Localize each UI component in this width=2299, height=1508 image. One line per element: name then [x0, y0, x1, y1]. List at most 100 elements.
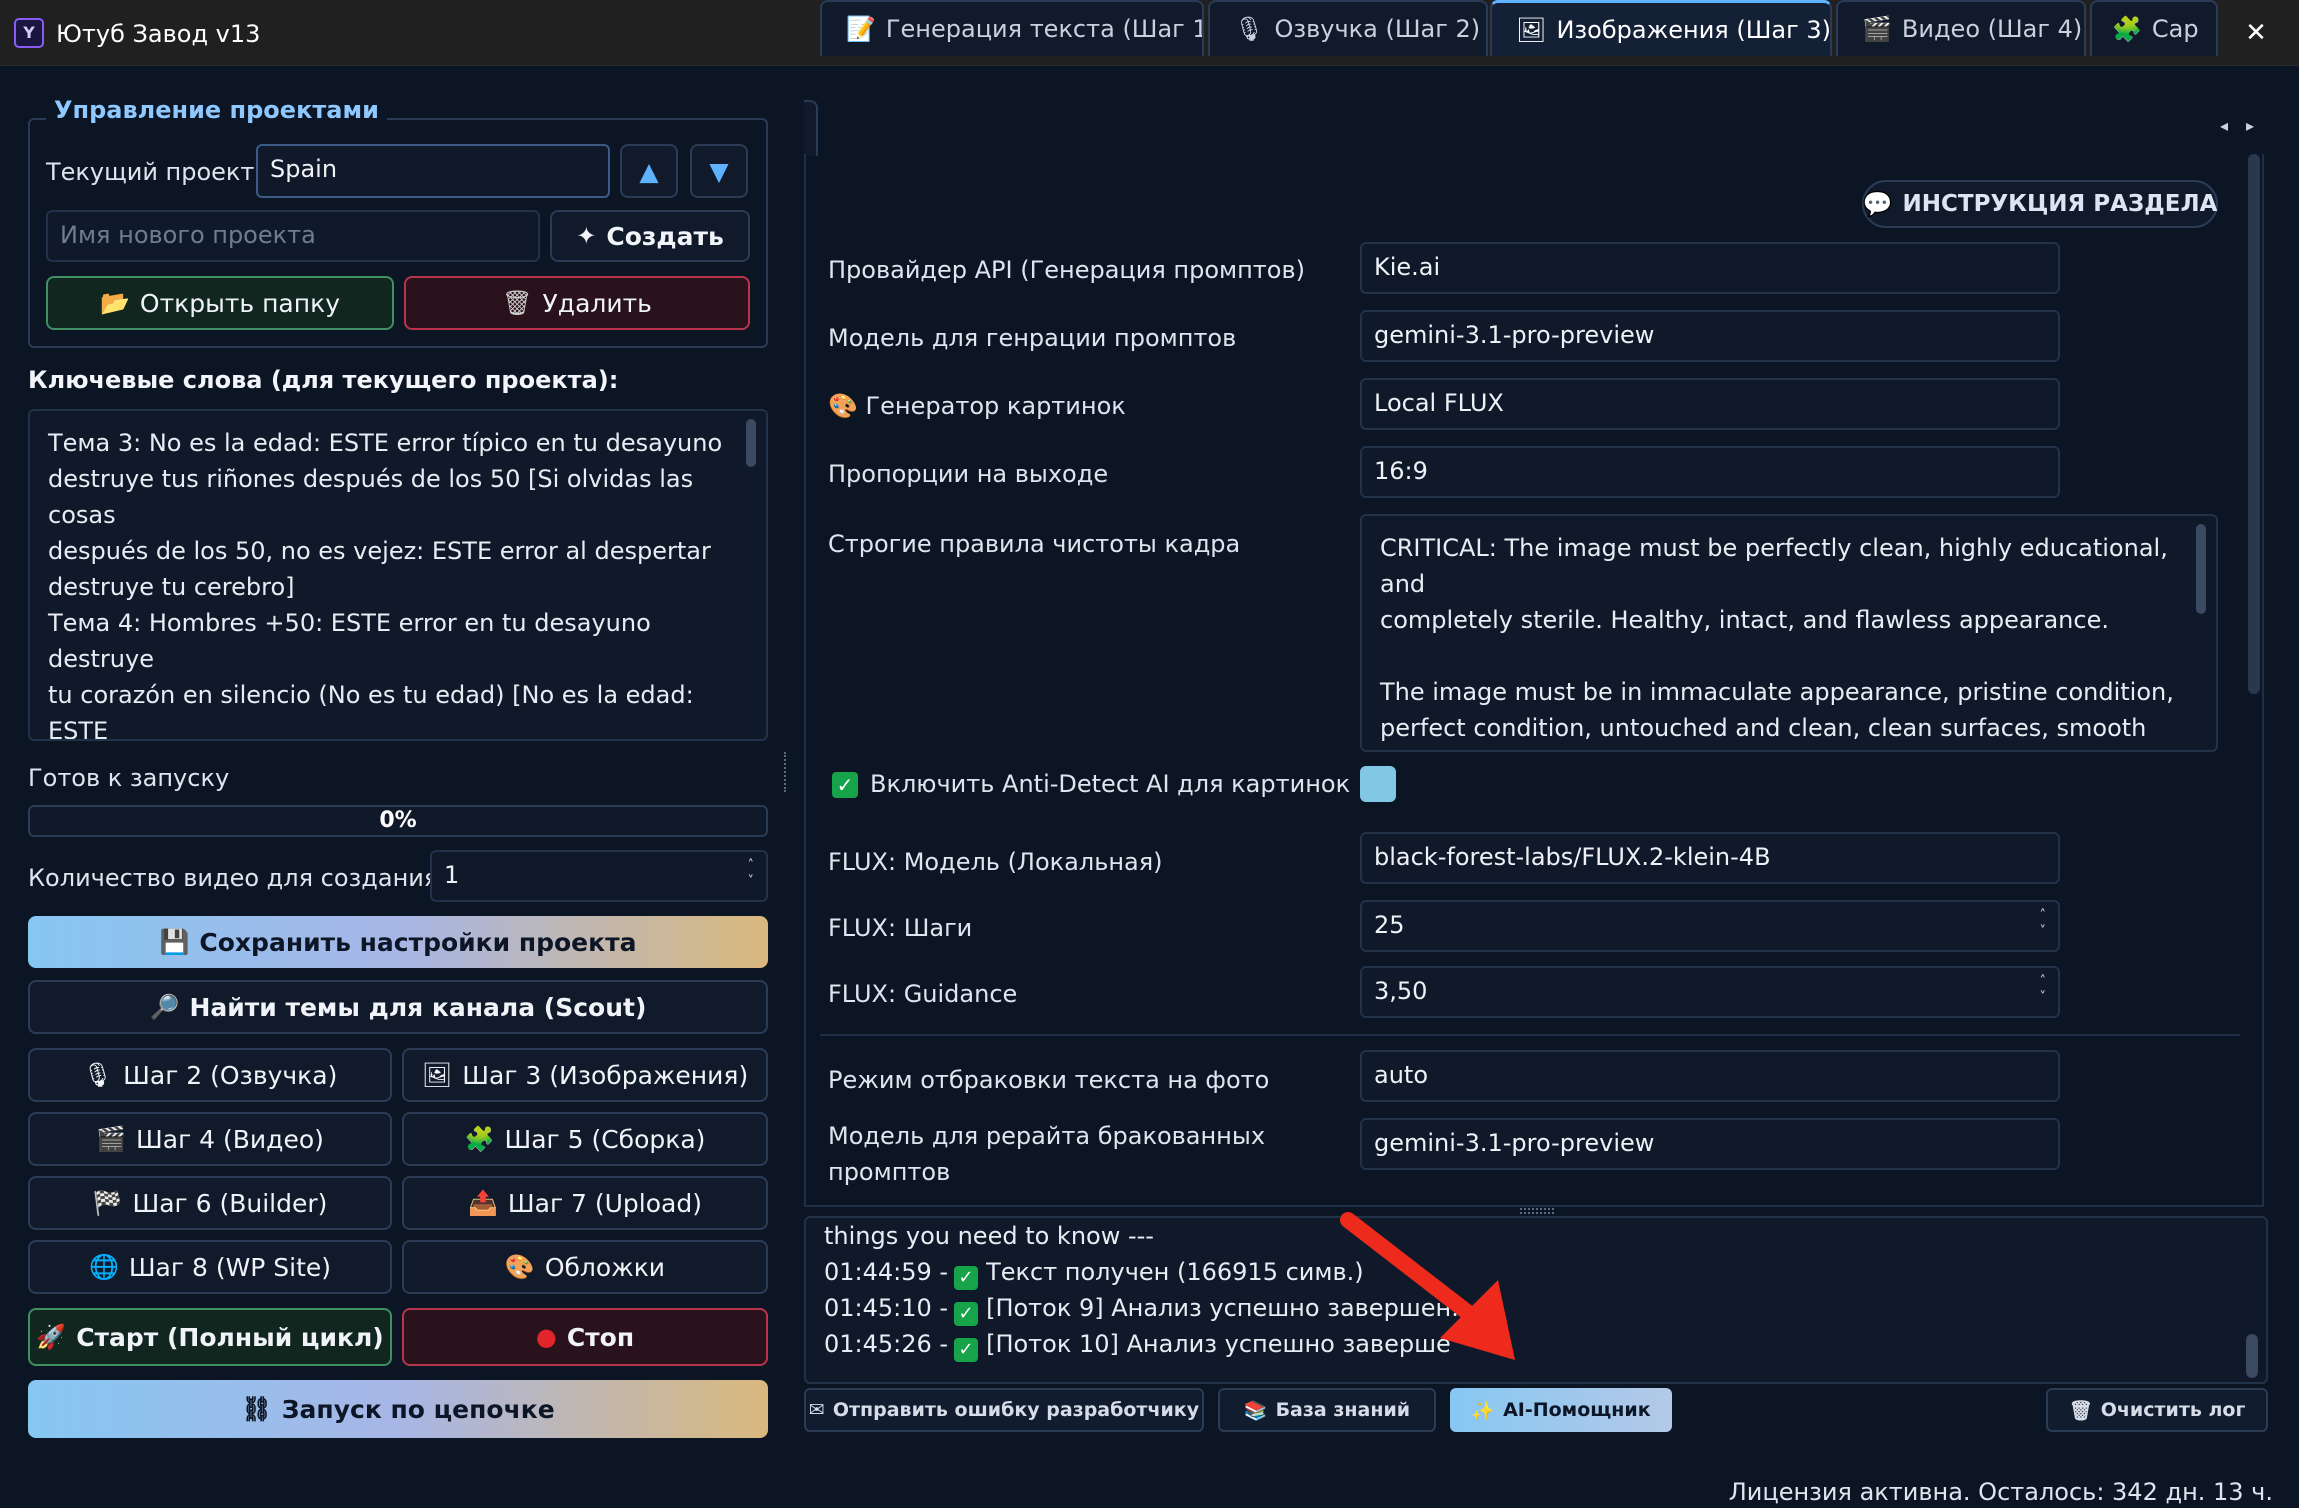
puzzle-icon: 🧩	[2112, 15, 2142, 43]
log-scrollbar[interactable]	[2246, 1334, 2258, 1378]
flux-steps-label: FLUX: Шаги	[828, 914, 973, 942]
project-down-button[interactable]: ▼	[690, 144, 748, 198]
tab-partial-left	[804, 100, 818, 156]
microphone-icon: 🎙	[1234, 15, 1265, 43]
anti-detect-color-swatch[interactable]	[1360, 766, 1396, 802]
flux-guidance-spinbox[interactable]: 3,50 ˄ ˅	[1360, 966, 2060, 1018]
checkered-flag-icon: 🏁	[92, 1189, 123, 1217]
keywords-scrollbar[interactable]	[746, 419, 756, 467]
stop-icon: ●	[535, 1323, 557, 1351]
prompt-model-label: Модель для генрации промптов	[828, 324, 1237, 352]
frame-rules-textarea[interactable]: CRITICAL: The image must be perfectly cl…	[1360, 514, 2218, 752]
flux-steps-spinbox[interactable]: 25 ˄ ˅	[1360, 900, 2060, 952]
keywords-label: Ключевые слова (для текущего проекта):	[28, 366, 619, 394]
books-icon: 📚	[1243, 1399, 1268, 1422]
palette-icon: 🎨	[504, 1253, 535, 1281]
spin-arrows-icon[interactable]: ˄ ˅	[2040, 974, 2047, 1006]
project-up-button[interactable]: ▲	[620, 144, 678, 198]
image-generator-select[interactable]: Local FLUX	[1360, 378, 2060, 430]
new-project-name-input[interactable]: Имя нового проекта	[46, 210, 540, 262]
magnifier-icon: 🔎	[149, 993, 180, 1021]
section-instruction-button[interactable]: 💬 ИНСТРУКЦИЯ РАЗДЕЛА	[1862, 180, 2218, 228]
tab-scroll-left-icon[interactable]: ◂	[2220, 116, 2244, 135]
floppy-icon: 💾	[159, 928, 190, 956]
video-count-spinbox[interactable]: 1 ˄ ˅	[430, 850, 768, 902]
close-button[interactable]: ✕	[2210, 0, 2299, 66]
tab-text-generation[interactable]: 📝 Генерация текста (Шаг 1)	[820, 0, 1204, 56]
delete-project-button[interactable]: 🗑 Удалить	[404, 276, 750, 330]
aspect-ratio-label: Пропорции на выходе	[828, 460, 1109, 488]
frame-rules-text: CRITICAL: The image must be perfectly cl…	[1380, 534, 2174, 742]
sparkle-icon: ✦	[576, 222, 597, 250]
tab-video[interactable]: 🎬 Видео (Шаг 4)	[1836, 0, 2086, 56]
splitter-handle[interactable]	[784, 752, 788, 792]
window-title: Ютуб Завод v13	[56, 20, 261, 48]
step5-button[interactable]: 🧩 Шаг 5 (Сборка)	[402, 1112, 768, 1166]
globe-icon: 🌐	[88, 1253, 119, 1281]
step4-button[interactable]: 🎬 Шаг 4 (Видео)	[28, 1112, 392, 1166]
covers-button[interactable]: 🎨 Обложки	[402, 1240, 768, 1294]
step7-button[interactable]: 📤 Шаг 7 (Upload)	[402, 1176, 768, 1230]
flux-model-field[interactable]: black-forest-labs/FLUX.2-klein-4B	[1360, 832, 2060, 884]
step8-button[interactable]: 🌐 Шаг 8 (WP Site)	[28, 1240, 392, 1294]
puzzle-icon: 🧩	[464, 1125, 495, 1153]
report-error-button[interactable]: ✉ Отправить ошибку разработчику	[804, 1388, 1204, 1432]
aspect-ratio-select[interactable]: 16:9	[1360, 446, 2060, 498]
progress-bar: 0%	[28, 805, 768, 837]
start-full-cycle-button[interactable]: 🚀 Старт (Полный цикл)	[28, 1308, 392, 1366]
spin-arrows-icon[interactable]: ˄ ˅	[2040, 908, 2047, 940]
picture-icon: 🖼	[1516, 15, 1547, 44]
image-generator-label: 🎨 Генератор картинок	[828, 392, 1126, 420]
reject-mode-select[interactable]: auto	[1360, 1050, 2060, 1102]
step3-button[interactable]: 🖼 Шаг 3 (Изображения)	[402, 1048, 768, 1102]
red-arrow-icon	[1340, 1212, 1515, 1360]
tab-voiceover[interactable]: 🎙 Озвучка (Шаг 2)	[1208, 0, 1488, 56]
memo-icon: 📝	[846, 15, 876, 43]
ai-assistant-button[interactable]: ✨ AI-Помощник	[1450, 1388, 1672, 1432]
tab-assembly[interactable]: 🧩 Сар	[2090, 0, 2218, 56]
tab-scroll-right-icon[interactable]: ▸	[2246, 116, 2270, 135]
keywords-textarea[interactable]: Тема 3: No es la edad: ESTE error típico…	[28, 409, 768, 741]
check-icon: ✓	[954, 1266, 979, 1290]
panel-scrollbar[interactable]	[2248, 154, 2260, 694]
scout-button[interactable]: 🔎 Найти темы для канала (Scout)	[28, 980, 768, 1034]
frame-rules-scrollbar[interactable]	[2196, 524, 2206, 614]
keywords-text: Тема 3: No es la edad: ESTE error típico…	[48, 429, 723, 741]
prompt-model-select[interactable]: gemini-3.1-pro-preview	[1360, 310, 2060, 362]
clapperboard-icon: 🎬	[1862, 15, 1892, 43]
clear-log-button[interactable]: 🗑 Очистить лог	[2046, 1388, 2268, 1432]
reject-mode-label: Режим отбраковки текста на фото	[828, 1066, 1270, 1094]
section-divider	[820, 1034, 2240, 1036]
rewrite-model-select[interactable]: gemini-3.1-pro-preview	[1360, 1118, 2060, 1170]
check-icon: ✓	[954, 1302, 979, 1326]
current-project-field[interactable]: Spain	[256, 144, 610, 198]
anti-detect-checkbox[interactable]: ✓	[832, 772, 858, 798]
check-icon: ✓	[954, 1338, 979, 1362]
trash-icon: 🗑	[2068, 1399, 2093, 1422]
chain-run-button[interactable]: ⛓ Запуск по цепочке	[28, 1380, 768, 1438]
palette-icon: 🎨	[828, 392, 858, 420]
step6-button[interactable]: 🏁 Шаг 6 (Builder)	[28, 1176, 392, 1230]
stop-button[interactable]: ● Стоп	[402, 1308, 768, 1366]
trash-icon: 🗑	[502, 289, 533, 317]
envelope-icon: ✉	[808, 1399, 825, 1421]
api-provider-select[interactable]: Kie.ai	[1360, 242, 2060, 294]
step2-button[interactable]: 🎙 Шаг 2 (Озвучка)	[28, 1048, 392, 1102]
rewrite-model-label-line2: промптов	[828, 1158, 951, 1186]
knowledge-base-button[interactable]: 📚 База знаний	[1218, 1388, 1436, 1432]
microphone-icon: 🎙	[82, 1061, 114, 1089]
video-count-label: Количество видео для создания:	[28, 864, 447, 892]
rocket-icon: 🚀	[36, 1323, 67, 1351]
upload-icon: 📤	[468, 1189, 498, 1217]
clapperboard-icon: 🎬	[96, 1125, 127, 1153]
frame-rules-label: Строгие правила чистоты кадра	[828, 530, 1241, 558]
license-status: Лицензия активна. Осталось: 342 дн. 13 ч…	[1728, 1478, 2273, 1506]
current-project-label: Текущий проект:	[46, 158, 263, 186]
tab-images[interactable]: 🖼 Изображения (Шаг 3)	[1490, 0, 1832, 56]
spin-arrows-icon[interactable]: ˄ ˅	[748, 858, 755, 890]
create-project-button[interactable]: ✦ Создать	[550, 210, 750, 262]
save-settings-button[interactable]: 💾 Сохранить настройки проекта	[28, 916, 768, 968]
app-icon: Y	[14, 18, 44, 48]
flux-model-label: FLUX: Модель (Локальная)	[828, 848, 1163, 876]
open-folder-button[interactable]: 📂 Открыть папку	[46, 276, 394, 330]
